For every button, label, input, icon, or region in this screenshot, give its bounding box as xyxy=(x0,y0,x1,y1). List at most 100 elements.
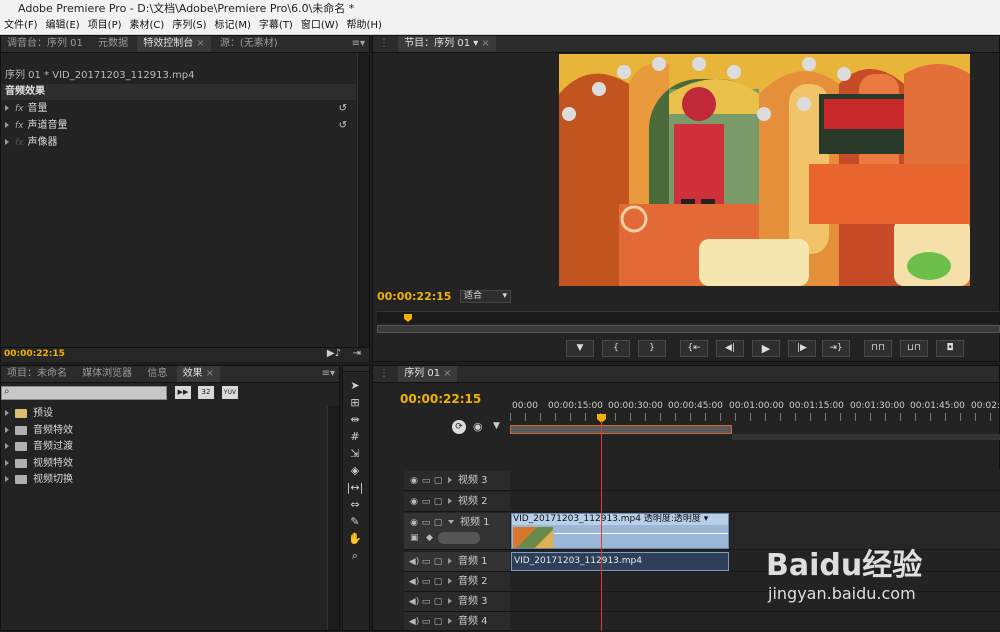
pen-tool-icon[interactable]: ✎ xyxy=(346,514,364,529)
expand-icon[interactable] xyxy=(5,476,9,482)
speaker-icon[interactable]: ◀) xyxy=(408,612,420,632)
tab-sequence[interactable]: 序列 01 × xyxy=(398,366,458,382)
scrollbar[interactable] xyxy=(357,54,369,347)
accelerated-effects-icon[interactable]: ▶▶ xyxy=(175,386,191,399)
go-to-in-button[interactable]: {⇤ xyxy=(680,340,708,357)
sync-lock-icon[interactable]: ▭ xyxy=(420,471,432,491)
expand-icon[interactable] xyxy=(448,578,452,584)
expand-icon[interactable] xyxy=(448,477,452,483)
folder-video-effects[interactable]: 视频特效 xyxy=(5,456,73,472)
zoom-select[interactable]: 适合 ▾ xyxy=(460,290,511,303)
panel-menu-icon[interactable]: ≡▾ xyxy=(352,36,365,52)
eye-icon[interactable]: ◉ xyxy=(408,471,420,491)
yuv-effects-icon[interactable]: YUV xyxy=(222,386,238,399)
tab-source[interactable]: 源：(无素材) xyxy=(214,36,284,52)
sync-lock-icon[interactable]: ▭ xyxy=(420,492,432,512)
mark-in-button[interactable]: { xyxy=(602,340,630,357)
sync-lock-icon[interactable]: ▭ xyxy=(420,552,432,572)
step-forward-button[interactable]: |▶ xyxy=(788,340,816,357)
close-icon[interactable]: × xyxy=(443,368,451,379)
expand-icon[interactable] xyxy=(5,105,9,111)
sync-lock-icon[interactable]: ▭ xyxy=(420,592,432,612)
zoom-tool-icon[interactable]: ⌕ xyxy=(346,548,364,563)
expand-icon[interactable] xyxy=(448,558,452,564)
menu-clip[interactable]: 素材(C) xyxy=(126,18,169,34)
expand-icon[interactable] xyxy=(5,410,9,416)
menu-file[interactable]: 文件(F) xyxy=(0,18,42,34)
reset-icon[interactable]: ↺ xyxy=(339,101,347,117)
eye-icon[interactable]: ◉ xyxy=(408,513,420,533)
folder-presets[interactable]: 预设 xyxy=(5,406,53,422)
time-ruler-ticks[interactable] xyxy=(510,413,1000,421)
rolling-edit-tool-icon[interactable]: # xyxy=(346,429,364,444)
slide-tool-icon[interactable]: ⇔ xyxy=(346,497,364,512)
ripple-edit-tool-icon[interactable]: ⇹ xyxy=(346,412,364,427)
lock-icon[interactable]: ▢ xyxy=(432,612,444,632)
effect-controls-timecode[interactable]: 00:00:22:15 xyxy=(4,349,65,359)
menu-help[interactable]: 帮助(H) xyxy=(343,18,386,34)
slip-tool-icon[interactable]: |↔| xyxy=(346,480,364,495)
rate-stretch-tool-icon[interactable]: ⇲ xyxy=(346,446,364,461)
speaker-icon[interactable]: ◀) xyxy=(408,572,420,592)
keyframe-nav[interactable] xyxy=(438,532,480,544)
fx-icon[interactable]: fx xyxy=(15,121,24,131)
expand-icon[interactable] xyxy=(5,122,9,128)
effect-row-channel-volume[interactable]: fx 声道音量 ↺ xyxy=(5,118,355,134)
tab-program[interactable]: 节目：序列 01 ▾ × xyxy=(398,36,496,52)
menu-title[interactable]: 字幕(T) xyxy=(255,18,297,34)
tab-effects[interactable]: 效果 × xyxy=(176,366,220,382)
track-lane-video-2[interactable] xyxy=(510,491,1000,512)
lock-icon[interactable]: ▢ xyxy=(432,552,444,572)
tab-audio-mixer[interactable]: 调音台：序列 01 xyxy=(1,36,89,52)
fx-icon[interactable]: fx xyxy=(15,104,24,114)
work-area-bar[interactable] xyxy=(510,425,732,434)
track-lane-audio-4[interactable] xyxy=(510,612,1000,631)
scrollbar[interactable] xyxy=(327,406,339,630)
extract-button[interactable]: ⊔⊓ xyxy=(900,340,928,357)
close-icon[interactable]: × xyxy=(206,368,214,379)
video-clip[interactable]: VID_20171203_112913.mp4 透明度:透明度 ▾ xyxy=(511,513,729,549)
play-button[interactable]: ▶ xyxy=(752,340,780,357)
close-icon[interactable]: × xyxy=(481,38,489,49)
keyframe-icon[interactable]: ◆ xyxy=(426,533,433,543)
folder-video-transitions[interactable]: 视频切换 xyxy=(5,472,73,488)
effect-row-panner[interactable]: fx 声像器 xyxy=(5,135,355,151)
lock-icon[interactable]: ▢ xyxy=(432,471,444,491)
tab-project[interactable]: 项目：未命名 xyxy=(1,366,73,382)
tab-effect-controls[interactable]: 特效控制台 × xyxy=(137,36,211,52)
close-icon[interactable]: × xyxy=(196,38,204,49)
sync-lock-icon[interactable]: ▭ xyxy=(420,572,432,592)
expand-icon[interactable] xyxy=(448,618,452,624)
playhead-icon[interactable] xyxy=(404,314,412,322)
lift-button[interactable]: ⊓⊓ xyxy=(864,340,892,357)
expand-icon[interactable] xyxy=(5,460,9,466)
menu-sequence[interactable]: 序列(S) xyxy=(168,18,210,34)
expand-icon[interactable] xyxy=(5,427,9,433)
lock-icon[interactable]: ▢ xyxy=(432,492,444,512)
display-style-icon[interactable]: ▣ xyxy=(410,533,419,543)
chevron-down-icon[interactable]: ▾ xyxy=(473,38,478,49)
audio-clip[interactable]: VID_20171203_112913.mp4 xyxy=(511,552,729,571)
zoom-scrollbar[interactable] xyxy=(377,325,1000,333)
program-timecode[interactable]: 00:00:22:15 xyxy=(377,290,451,303)
speaker-icon[interactable]: ◀) xyxy=(408,592,420,612)
lock-icon[interactable]: ▢ xyxy=(432,592,444,612)
tab-info[interactable]: 信息 xyxy=(141,366,173,382)
32bit-effects-icon[interactable]: 32 xyxy=(198,386,214,399)
track-select-tool-icon[interactable]: ⊞ xyxy=(346,395,364,410)
expand-icon[interactable] xyxy=(448,520,454,524)
sync-lock-icon[interactable]: ▭ xyxy=(420,612,432,632)
expand-icon[interactable] xyxy=(448,498,452,504)
snap-icon[interactable]: ⟳ xyxy=(452,420,466,434)
panel-menu-icon[interactable]: ≡▾ xyxy=(322,366,335,382)
menu-marker[interactable]: 标记(M) xyxy=(210,18,254,34)
tab-media-browser[interactable]: 媒体浏览器 xyxy=(76,366,138,382)
razor-tool-icon[interactable]: ◈ xyxy=(346,463,364,478)
expand-icon[interactable] xyxy=(5,139,9,145)
menu-window[interactable]: 窗口(W) xyxy=(297,18,343,34)
step-back-button[interactable]: ◀| xyxy=(716,340,744,357)
reset-icon[interactable]: ↺ xyxy=(339,118,347,134)
add-marker-button[interactable]: ▼ xyxy=(566,340,594,357)
speaker-icon[interactable]: ◀) xyxy=(408,552,420,572)
hand-tool-icon[interactable]: ✋ xyxy=(346,531,364,546)
